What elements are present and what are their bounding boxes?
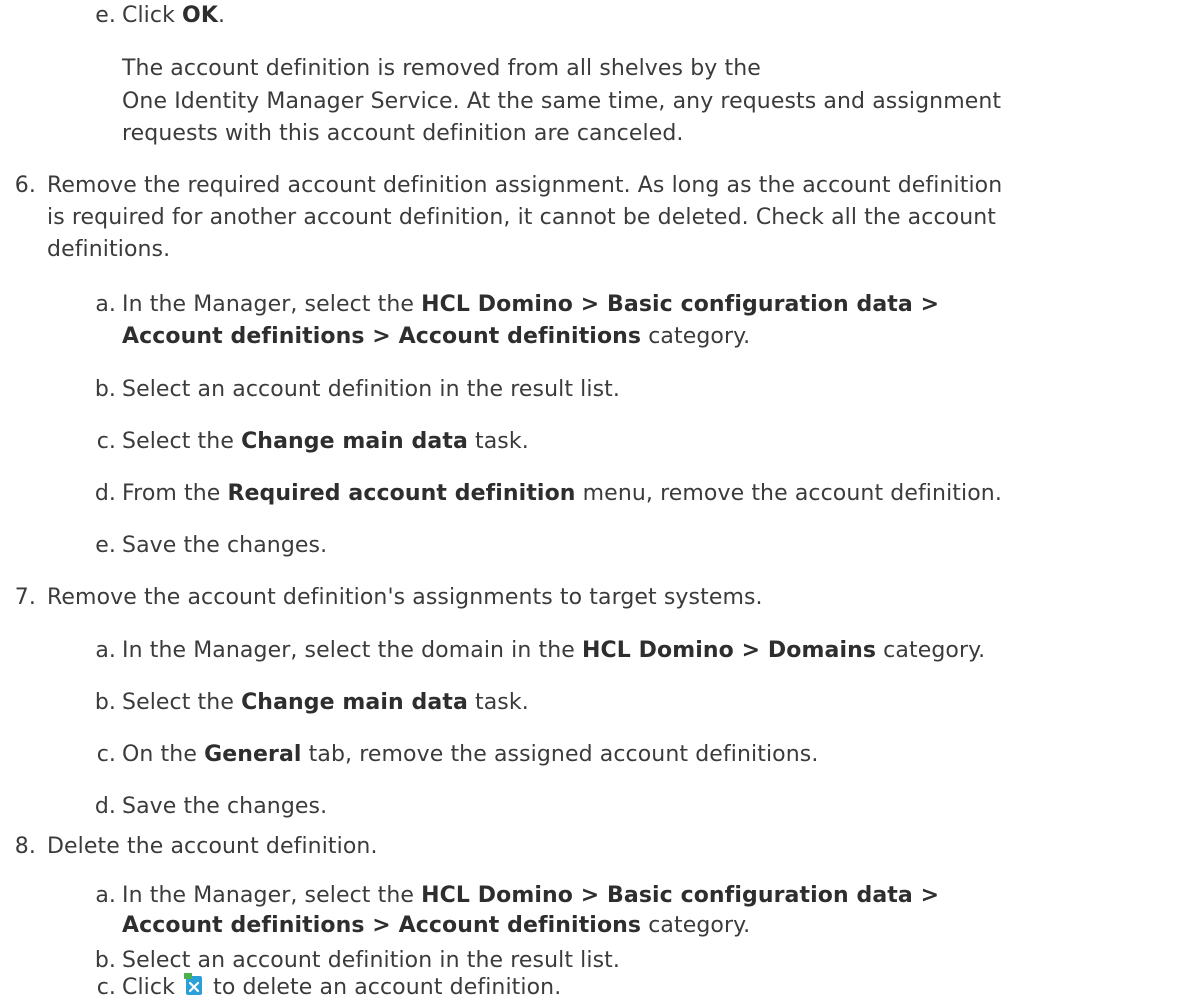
step-6b-text: Select an account definition in the resu… xyxy=(122,377,620,402)
step-6-line-2: is required for another account definiti… xyxy=(47,205,997,230)
step-6d-text: From the Required account definition men… xyxy=(122,481,1002,506)
step-7c-text: On the General tab, remove the assigned … xyxy=(122,742,819,767)
task-name: Change main data xyxy=(241,429,468,454)
menu-path: HCL Domino > Domains xyxy=(582,638,877,663)
menu-name: Required account definition xyxy=(227,481,576,506)
menu-path: HCL Domino > Basic configuration data > xyxy=(421,292,940,317)
step-8a-line-2: Account definitions > Account definition… xyxy=(122,913,751,938)
step-6c-marker: c. xyxy=(96,429,116,454)
step-6b-marker: b. xyxy=(94,377,116,402)
menu-path: HCL Domino > Basic configuration data > xyxy=(421,883,940,908)
step-7c-marker: c. xyxy=(96,742,116,767)
step-7d-text: Save the changes. xyxy=(122,794,328,819)
step-5e-text: Click OK. xyxy=(122,3,226,28)
step-6e-text: Save the changes. xyxy=(122,533,328,558)
step-6d-marker: d. xyxy=(94,481,116,506)
step-7a-marker: a. xyxy=(95,638,116,663)
step-8-marker: 8. xyxy=(14,834,36,859)
step-5e-marker: e. xyxy=(95,3,116,28)
menu-path-continued: Account definitions > Account definition… xyxy=(122,913,642,938)
step-7b-text: Select the Change main data task. xyxy=(122,690,529,715)
menu-path-continued: Account definitions > Account definition… xyxy=(122,324,642,349)
step-6e-marker: e. xyxy=(95,533,116,558)
step-8a-line-1: In the Manager, select the HCL Domino > … xyxy=(122,883,940,908)
step-7-marker: 7. xyxy=(14,585,36,610)
step-8a-marker: a. xyxy=(95,883,116,908)
task-name: Change main data xyxy=(241,690,468,715)
step-8c-marker: c. xyxy=(96,975,116,1000)
step-7-text: Remove the account definition's assignme… xyxy=(47,585,763,610)
step-8c-text: Click to delete an account definition. xyxy=(122,973,562,1000)
note-line-2: One Identity Manager Service. At the sam… xyxy=(122,89,1002,114)
delete-icon[interactable] xyxy=(184,973,204,998)
step-7b-marker: b. xyxy=(94,690,116,715)
step-6c-text: Select the Change main data task. xyxy=(122,429,529,454)
step-6-line-1: Remove the required account definition a… xyxy=(47,173,1003,198)
tab-name: General xyxy=(204,742,302,767)
step-6-marker: 6. xyxy=(14,173,36,198)
step-6a-marker: a. xyxy=(95,292,116,317)
step-6a-line-1: In the Manager, select the HCL Domino > … xyxy=(122,292,940,317)
step-7d-marker: d. xyxy=(94,794,116,819)
note-line-1: The account definition is removed from a… xyxy=(122,56,761,81)
ok-button-ref: OK xyxy=(182,3,218,28)
step-6-line-3: definitions. xyxy=(47,237,171,262)
step-6a-line-2: Account definitions > Account definition… xyxy=(122,324,751,349)
step-7a-text: In the Manager, select the domain in the… xyxy=(122,638,986,663)
step-8-text: Delete the account definition. xyxy=(47,834,378,859)
note-line-3: requests with this account definition ar… xyxy=(122,121,684,146)
